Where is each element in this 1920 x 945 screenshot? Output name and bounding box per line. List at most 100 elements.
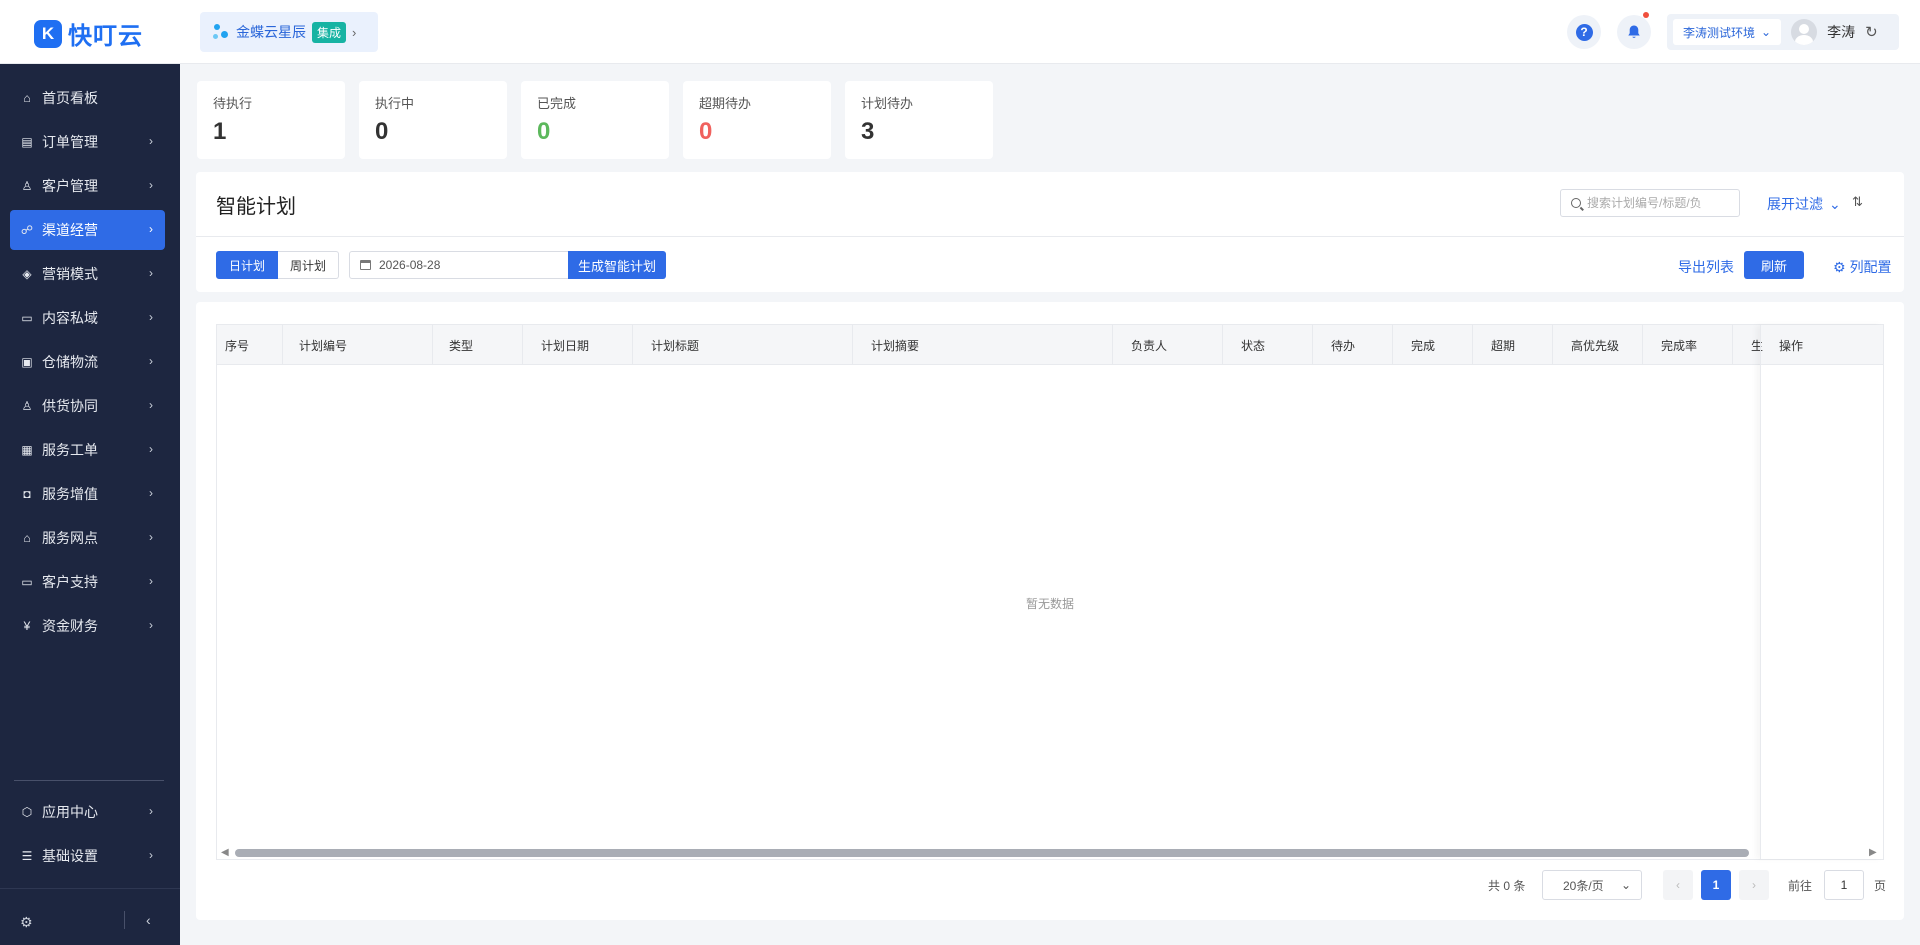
page-number-button[interactable]: 1: [1701, 870, 1731, 900]
sidebar-item-tickets[interactable]: ▦ 服务工单 ›: [10, 430, 165, 470]
chevron-right-icon: ›: [352, 24, 357, 40]
sidebar-item-outlets[interactable]: ⌂ 服务网点 ›: [10, 518, 165, 558]
sidebar-item-marketing[interactable]: ◈ 营销模式 ›: [10, 254, 165, 294]
generate-plan-button[interactable]: 生成智能计划: [568, 251, 667, 279]
chevron-right-icon: ›: [149, 530, 153, 544]
col-header-high-priority[interactable]: 高优先级: [1553, 325, 1643, 365]
notification-button[interactable]: [1617, 12, 1651, 49]
logo-text: 快叮云: [68, 23, 143, 50]
chevron-right-icon: ›: [149, 848, 153, 862]
sidebar-item-label: 渠道经营: [42, 222, 98, 238]
search-box[interactable]: [1560, 189, 1740, 217]
chevron-right-icon: ›: [149, 134, 153, 148]
chevron-right-icon: ›: [149, 618, 153, 632]
col-header-overdue[interactable]: 超期: [1473, 325, 1553, 365]
footer-divider: [124, 911, 125, 929]
refresh-icon[interactable]: ↻: [1865, 23, 1878, 41]
sidebar-item-dashboard[interactable]: ⌂ 首页看板: [10, 78, 165, 118]
col-header-type[interactable]: 类型: [433, 325, 523, 365]
chevron-right-icon: ›: [149, 804, 153, 818]
tab-weekly-plan[interactable]: 周计划: [278, 251, 340, 279]
sidebar-divider: [14, 780, 164, 781]
col-header-done[interactable]: 完成: [1393, 325, 1473, 365]
sidebar-item-orders[interactable]: ▤ 订单管理 ›: [10, 122, 165, 162]
page-size-select[interactable]: 20条/页 ⌄: [1542, 870, 1642, 900]
plan-panel: 智能计划 展开过滤 ⌄ ⇅ 日计划 周计划 2026-08-28 生成智能计划 …: [196, 172, 1904, 292]
sidebar-item-label: 客户支持: [42, 574, 98, 590]
export-list-link[interactable]: 导出列表: [1678, 257, 1734, 277]
table-header: 序号 计划编号 类型 计划日期 计划标题 计划摘要 负责人 状态 待办 完成 超…: [217, 325, 1883, 365]
refresh-button[interactable]: 刷新: [1744, 251, 1804, 279]
support-icon: ▭: [21, 575, 33, 589]
sidebar-item-support[interactable]: ▭ 客户支持 ›: [10, 562, 165, 602]
stat-card-plan-todo[interactable]: 计划待办 3: [845, 81, 993, 159]
bell-icon: [1628, 25, 1640, 38]
chevron-right-icon: ›: [149, 486, 153, 500]
sidebar-item-settings[interactable]: ☰ 基础设置 ›: [10, 836, 165, 876]
col-header-owner[interactable]: 负责人: [1113, 325, 1223, 365]
stat-card-completed[interactable]: 已完成 0: [521, 81, 669, 159]
stat-value: 0: [537, 118, 551, 145]
search-input[interactable]: [1587, 196, 1727, 210]
collapse-sidebar-icon[interactable]: ‹: [146, 912, 151, 928]
sidebar-item-finance[interactable]: ¥ 资金财务 ›: [10, 606, 165, 646]
sidebar-item-label: 供货协同: [42, 398, 98, 414]
sidebar-item-label: 营销模式: [42, 266, 98, 282]
scroll-left-icon[interactable]: ◀: [221, 847, 229, 858]
integration-badge: 集成: [312, 21, 347, 43]
user-name[interactable]: 李涛: [1827, 22, 1855, 42]
column-config-button[interactable]: ⚙ 列配置: [1833, 257, 1892, 277]
avatar[interactable]: [1791, 19, 1818, 45]
col-header-todo[interactable]: 待办: [1313, 325, 1393, 365]
help-button[interactable]: ?: [1567, 15, 1601, 49]
bag-icon: ◘: [23, 487, 31, 501]
sidebar-item-label: 应用中心: [42, 804, 98, 820]
yen-icon: ¥: [23, 619, 31, 633]
sidebar-item-warehouse[interactable]: ▣ 仓储物流 ›: [10, 342, 165, 382]
col-header-completion-rate[interactable]: 完成率: [1643, 325, 1733, 365]
col-header-index[interactable]: 序号: [217, 325, 283, 365]
stat-card-in-progress[interactable]: 执行中 0: [359, 81, 507, 159]
stat-value: 0: [375, 118, 389, 145]
stat-card-overdue[interactable]: 超期待办 0: [683, 81, 831, 159]
environment-select[interactable]: 李涛测试环境 ⌄: [1673, 19, 1782, 45]
supply-icon: ♙: [21, 399, 33, 413]
gear-icon[interactable]: ⚙: [20, 914, 33, 931]
app-logo[interactable]: K 快叮云: [34, 16, 143, 51]
sort-icon[interactable]: ⇅: [1852, 194, 1863, 210]
col-header-plan-summary[interactable]: 计划摘要: [853, 325, 1113, 365]
next-page-button[interactable]: ›: [1739, 870, 1769, 900]
col-header-plan-no[interactable]: 计划编号: [283, 325, 433, 365]
goto-page-input[interactable]: [1824, 870, 1864, 900]
chevron-right-icon: ›: [149, 266, 153, 280]
stat-label: 执行中: [375, 96, 415, 111]
col-header-plan-date[interactable]: 计划日期: [523, 325, 633, 365]
scroll-right-icon[interactable]: ▶: [1869, 847, 1877, 858]
sidebar-item-label: 仓储物流: [42, 354, 98, 370]
date-picker[interactable]: 2026-08-28: [349, 251, 569, 279]
prev-page-button[interactable]: ‹: [1663, 870, 1693, 900]
home-icon: ⌂: [23, 91, 31, 105]
sidebar-item-supply[interactable]: ♙ 供货协同 ›: [10, 386, 165, 426]
order-icon: ▤: [21, 135, 33, 149]
sidebar-item-customers[interactable]: ♙ 客户管理 ›: [10, 166, 165, 206]
page-suffix: 页: [1874, 879, 1887, 893]
tab-daily-plan[interactable]: 日计划: [216, 251, 279, 279]
logo-mark-icon: K: [34, 19, 62, 48]
calendar-icon: [360, 260, 371, 270]
scrollbar-thumb[interactable]: [235, 849, 1749, 857]
col-header-status[interactable]: 状态: [1223, 325, 1313, 365]
stat-card-pending[interactable]: 待执行 1: [197, 81, 345, 159]
org-switcher[interactable]: 金蝶云星辰 集成 ›: [200, 12, 378, 52]
chevron-right-icon: ›: [149, 398, 153, 412]
sidebar-item-channels[interactable]: ☍ 渠道经营 ›: [10, 210, 165, 250]
col-header-generated[interactable]: 生成: [1733, 325, 1763, 365]
date-value: 2026-08-28: [379, 258, 441, 272]
sidebar-item-value-added[interactable]: ◘ 服务增值 ›: [10, 474, 165, 514]
sidebar-item-content[interactable]: ▭ 内容私域 ›: [10, 298, 165, 338]
col-header-plan-title[interactable]: 计划标题: [633, 325, 853, 365]
expand-filter-button[interactable]: 展开过滤 ⌄: [1767, 194, 1841, 214]
horizontal-scrollbar[interactable]: ◀ ▶: [217, 845, 1883, 859]
sidebar-item-label: 订单管理: [42, 134, 98, 150]
sidebar-item-app-center[interactable]: ⬡ 应用中心 ›: [10, 792, 165, 832]
